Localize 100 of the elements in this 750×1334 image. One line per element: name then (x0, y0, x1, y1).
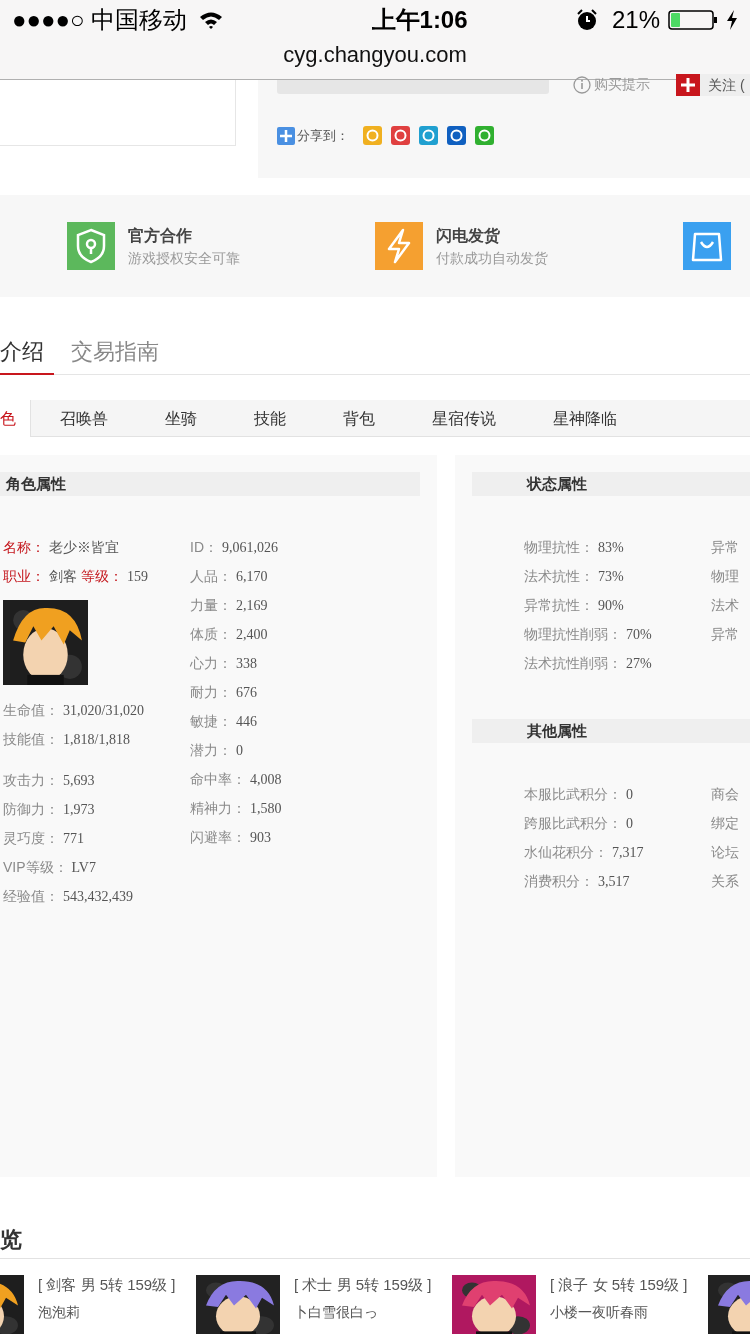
stat-value: 4,008 (250, 771, 282, 789)
url-text[interactable]: cyg.changyou.com (283, 40, 467, 70)
section-heading: 状态属性 (472, 472, 750, 496)
stat-label: 消费积分： (524, 872, 594, 891)
stat-label: 本服比武积分： (524, 785, 622, 804)
stat-label: 法术抗性削弱： (524, 654, 622, 673)
stat-label: 名称： (3, 538, 45, 557)
stat-value: 70% (626, 626, 652, 644)
stat-value: 338 (236, 655, 257, 673)
tab[interactable]: 介绍 (0, 335, 54, 375)
sub-tab[interactable]: 星神降临 (553, 400, 617, 437)
stat-value: 剑客 (49, 567, 77, 586)
section-title: 览 (0, 1227, 22, 1253)
stat-label: 水仙花积分： (524, 843, 608, 862)
section-heading: 角色属性 (0, 472, 420, 496)
tab[interactable]: 交易指南 (71, 335, 159, 375)
stat-label: 命中率： (190, 770, 246, 789)
stat-label: 物理抗性： (524, 538, 594, 557)
character-name-link[interactable]: 小楼一夜听春雨 (550, 1303, 688, 1321)
stat-value: 3,517 (598, 873, 630, 891)
stat-label: 技能值： (3, 730, 59, 749)
stat-label: 力量： (190, 596, 232, 615)
charging-bolt-icon (726, 10, 738, 30)
stat-value: 31,020/31,020 (63, 702, 144, 720)
stat-label: 经验值： (3, 887, 59, 906)
stat-label: 关系 (711, 872, 739, 891)
stat-label: 精神力： (190, 799, 246, 818)
wifi-icon (199, 11, 224, 29)
character-name-link[interactable]: 泡泡莉 (38, 1303, 176, 1321)
stat-value: 27% (626, 655, 652, 673)
plus-icon (277, 126, 295, 145)
sub-tab[interactable]: 背包 (343, 400, 375, 437)
battery-percent: 21% (611, 5, 660, 35)
character-name-link[interactable]: 卜白雪很白っ (294, 1303, 432, 1321)
follow-button[interactable]: 关注 ( (700, 74, 750, 96)
sub-tab[interactable]: 色 (0, 400, 31, 437)
stat-value: 90% (598, 597, 624, 615)
character-info: [ 术士 男 5转 159级 ] (294, 1275, 432, 1295)
sub-tab[interactable]: 召唤兽 (60, 400, 108, 437)
alarm-icon (575, 9, 598, 31)
stat-value: 771 (63, 830, 84, 848)
stat-label: 异常 (711, 538, 739, 557)
stat-label: 攻击力： (3, 771, 59, 790)
stat-label: 等级： (81, 567, 123, 586)
shield-icon (67, 222, 115, 270)
stat-label: 闪避率： (190, 828, 246, 847)
stat-label: 异常 (711, 625, 739, 644)
sub-tab[interactable]: 坐骑 (165, 400, 197, 437)
stat-value: 446 (236, 713, 257, 731)
stat-label: 法术 (711, 596, 739, 615)
character-info: [ 剑客 男 5转 159级 ] (38, 1275, 176, 1295)
clock-time: 上午1:06 (371, 5, 468, 35)
section-heading: 其他属性 (472, 719, 750, 743)
share-icon[interactable] (475, 126, 494, 146)
stat-value: 6,170 (236, 568, 268, 586)
stat-value: 2,169 (236, 597, 268, 615)
stat-value: 676 (236, 684, 257, 702)
share-icon[interactable] (419, 126, 438, 146)
stat-label: 人品： (190, 567, 232, 586)
stat-label: 敏捷： (190, 712, 232, 731)
stat-label: 生命值： (3, 701, 59, 720)
info-icon (573, 75, 591, 94)
stat-value: 159 (127, 568, 148, 586)
stat-label: 防御力： (3, 800, 59, 819)
stat-value: 2,400 (236, 626, 268, 644)
stat-label: 职业： (3, 567, 45, 586)
share-icon[interactable] (391, 126, 410, 146)
stat-label: VIP等级： (3, 858, 68, 877)
stat-value: 9,061,026 (222, 539, 278, 557)
stat-value: 5,693 (63, 772, 95, 790)
stat-value: 1,818/1,818 (63, 731, 130, 749)
stat-value: 7,317 (612, 844, 644, 862)
feature-title: 闪电发货 (436, 225, 501, 247)
stat-label: 绑定 (711, 814, 739, 833)
stat-label: 物理 (711, 567, 739, 586)
feature-subtitle: 付款成功自动发货 (436, 248, 548, 268)
character-info: [ 浪子 女 5转 159级 ] (550, 1275, 688, 1295)
stat-label: 体质： (190, 625, 232, 644)
lightning-icon (375, 222, 423, 270)
stat-value: 83% (598, 539, 624, 557)
stat-value: 0 (626, 815, 633, 833)
stat-value: 543,432,439 (63, 888, 133, 906)
stat-label: 物理抗性削弱： (524, 625, 622, 644)
stat-label: 法术抗性： (524, 567, 594, 586)
carrier-label: ●●●●○ 中国移动 (12, 5, 188, 35)
sub-tab[interactable]: 星宿传说 (432, 400, 496, 437)
sub-tab[interactable]: 技能 (254, 400, 286, 437)
feature-title: 官方合作 (128, 225, 193, 246)
stat-label: ID： (190, 538, 218, 557)
battery-icon (668, 10, 718, 30)
stat-label: 耐力： (190, 683, 232, 702)
stat-label: 异常抗性： (524, 596, 594, 615)
stat-value: 老少※皆宜 (49, 539, 119, 557)
stat-value: 0 (236, 742, 243, 760)
stat-value: 1,580 (250, 800, 282, 818)
share-icon[interactable] (447, 126, 466, 146)
stat-label: 论坛 (711, 843, 739, 862)
stat-label: 商会 (711, 785, 739, 804)
stat-label: 潜力： (190, 741, 232, 760)
stat-value: LV7 (71, 859, 96, 877)
